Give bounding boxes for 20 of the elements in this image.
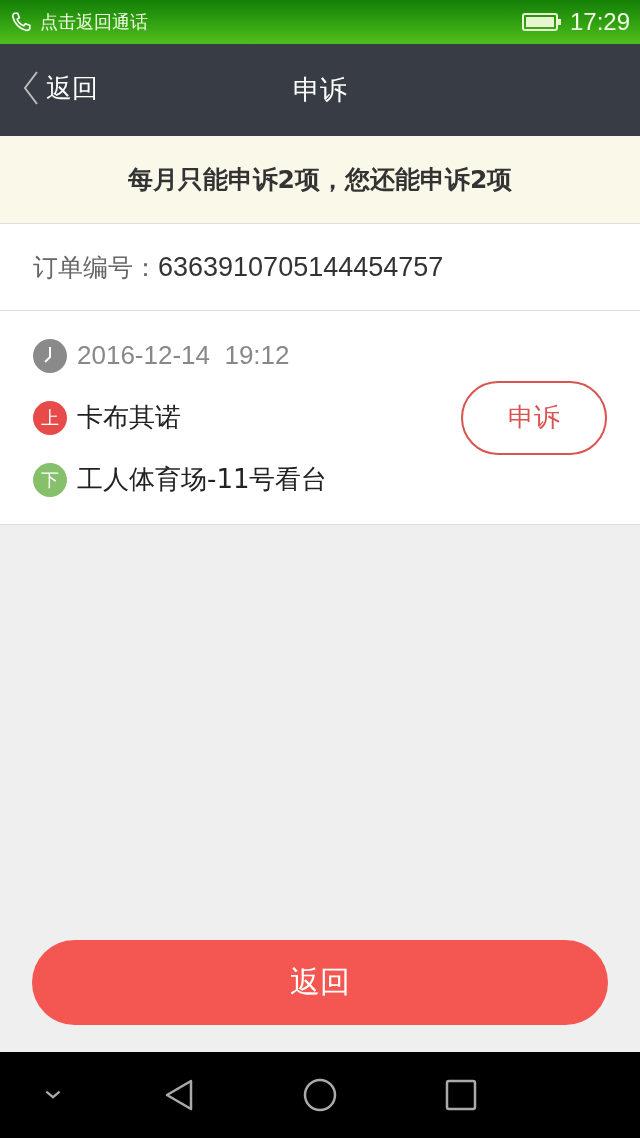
stop-name: 工人体育场-11号看台 [77, 463, 328, 496]
stop-name: 卡布其诺 [77, 401, 181, 434]
trip-datetime: 2016-12-14 19:12 [77, 340, 290, 371]
home-icon[interactable] [303, 1078, 337, 1112]
stop-badge: 下 [33, 462, 67, 497]
order-number: 6363910705144454757 [158, 251, 444, 283]
recents-icon[interactable] [444, 1078, 478, 1112]
call-hint[interactable]: 点击返回通话 [40, 10, 148, 34]
clock-time: 17:29 [569, 8, 630, 36]
order-label: 订单编号： [33, 251, 158, 284]
phone-icon [10, 11, 32, 33]
page-title: 申诉 [293, 73, 347, 107]
stop-badge: 上 [33, 400, 67, 435]
back-button[interactable]: 返回 [22, 70, 98, 106]
notice-banner: 每月只能申诉2项，您还能申诉2项 [0, 136, 640, 224]
appeal-button[interactable]: 申诉 [461, 380, 607, 455]
return-button[interactable]: 返回 [32, 940, 608, 1025]
battery-icon [521, 12, 562, 32]
chevron-left-icon [22, 70, 40, 106]
clock-icon [33, 338, 67, 373]
